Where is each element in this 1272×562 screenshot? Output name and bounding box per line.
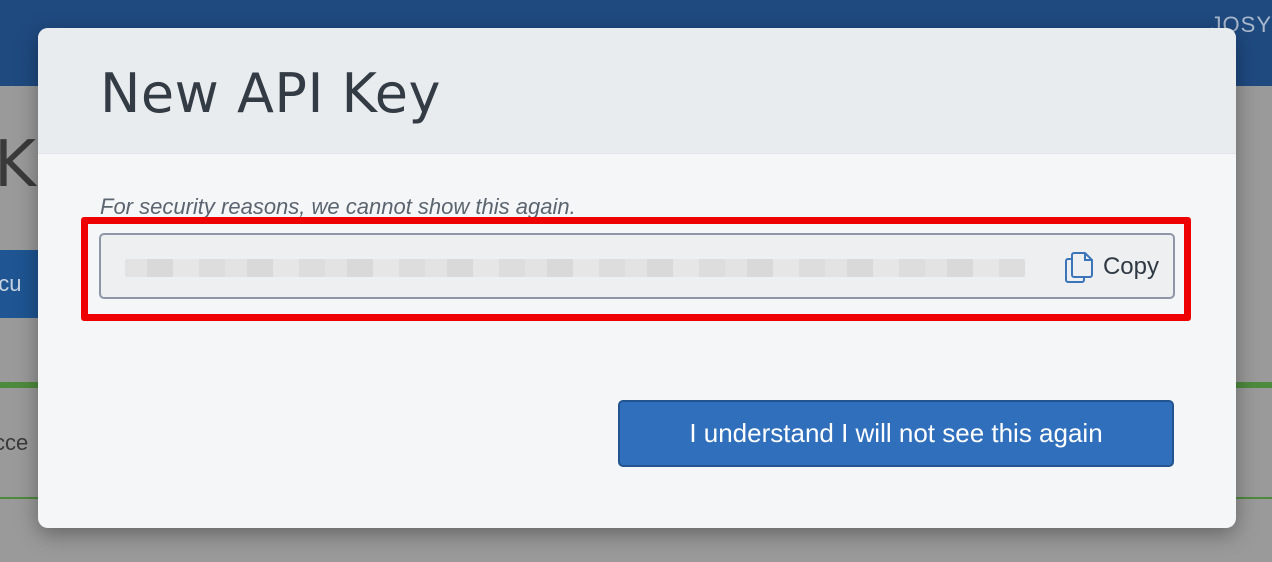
- api-key-value-redacted[interactable]: [125, 259, 1025, 277]
- background-tab: ocu: [0, 250, 40, 318]
- confirm-understand-button[interactable]: I understand I will not see this again: [618, 400, 1174, 467]
- copy-button-label: Copy: [1102, 253, 1159, 280]
- copy-icon: [1063, 251, 1095, 283]
- api-key-field[interactable]: Copy: [99, 233, 1175, 299]
- copy-button[interactable]: Copy: [1063, 249, 1159, 285]
- dialog-title: New API Key: [100, 62, 441, 125]
- dialog-header: New API Key: [38, 28, 1236, 154]
- new-api-key-dialog: New API Key For security reasons, we can…: [38, 28, 1236, 528]
- background-heading: K: [0, 128, 36, 202]
- background-label: cce: [0, 430, 29, 455]
